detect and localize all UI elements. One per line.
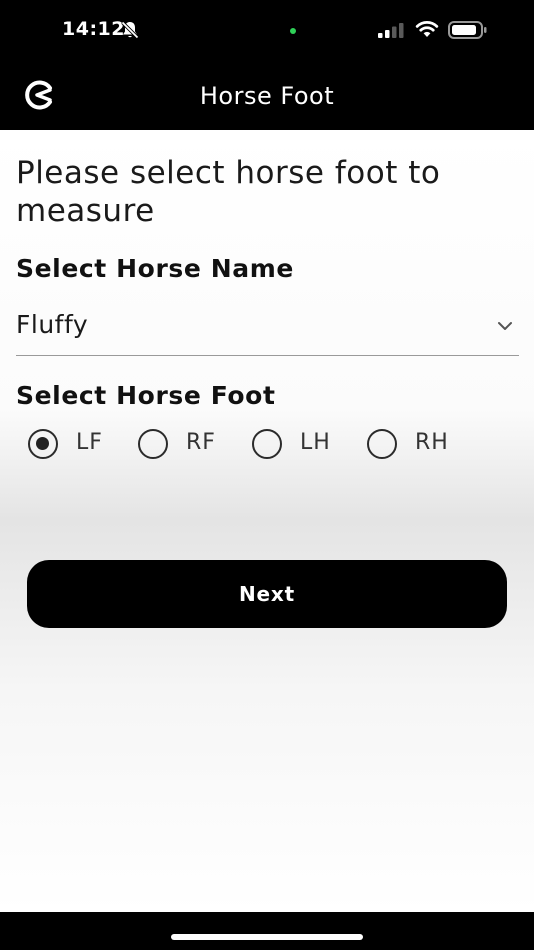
radio-button[interactable] — [252, 429, 282, 459]
radio-selected-dot — [36, 437, 49, 450]
horse-foot-label: Select Horse Foot — [16, 381, 276, 410]
main-content: Please select horse foot to measure Sele… — [0, 130, 534, 912]
chevron-down-icon — [498, 322, 512, 330]
horse-name-value: Fluffy — [16, 310, 89, 339]
status-bar: 14:12 — [0, 0, 534, 62]
radio-button[interactable] — [367, 429, 397, 459]
instruction-text: Please select horse foot to measure — [16, 155, 441, 229]
page-title: Horse Foot — [199, 82, 335, 110]
radio-label: LF — [76, 430, 103, 455]
radio-button-checked[interactable] — [28, 429, 58, 459]
battery-icon — [448, 21, 487, 39]
bell-off-icon — [121, 21, 139, 39]
horse-name-label: Select Horse Name — [16, 254, 294, 283]
status-time: 14:12 — [62, 18, 125, 40]
select-underline — [16, 355, 519, 356]
signal-icon — [378, 23, 404, 38]
app-bar: Horse Foot — [0, 62, 534, 130]
home-indicator[interactable] — [171, 934, 363, 940]
radio-label: RH — [415, 430, 449, 455]
next-button[interactable]: Next — [27, 560, 507, 628]
home-indicator-area — [0, 912, 534, 950]
radio-label: RF — [186, 430, 216, 455]
wifi-icon — [415, 21, 439, 37]
horse-name-select[interactable]: Fluffy — [16, 306, 519, 356]
privacy-indicator-dot — [290, 28, 296, 34]
horse-foot-radio-group: LF RF LH RH — [28, 428, 508, 462]
radio-label: LH — [300, 430, 331, 455]
radio-button[interactable] — [138, 429, 168, 459]
